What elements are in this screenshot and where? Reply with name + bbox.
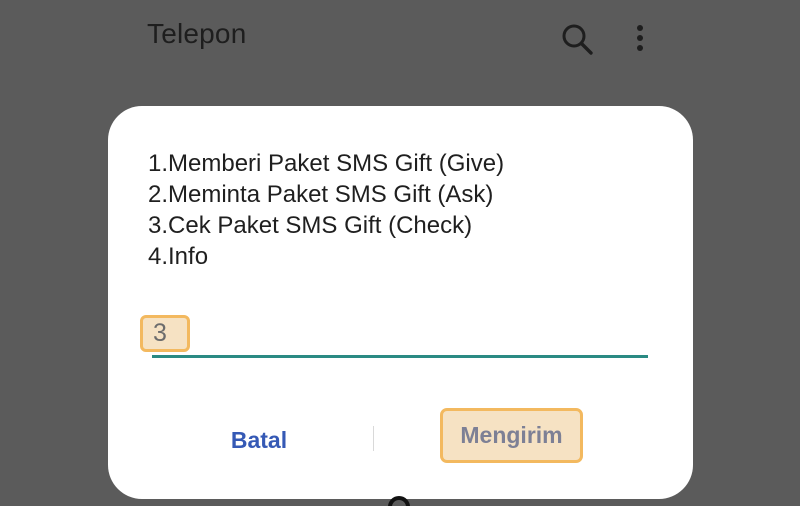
search-icon[interactable] — [560, 22, 594, 56]
more-vert-icon[interactable] — [628, 22, 652, 54]
ussd-dialog: 1.Memberi Paket SMS Gift (Give) 2.Memint… — [108, 106, 693, 499]
ussd-message: 1.Memberi Paket SMS Gift (Give) 2.Memint… — [148, 148, 504, 272]
cancel-button[interactable]: Batal — [218, 420, 300, 460]
send-button[interactable]: Mengirim — [440, 408, 583, 463]
button-divider — [373, 426, 374, 451]
menu-line: 2.Meminta Paket SMS Gift (Ask) — [148, 181, 494, 208]
input-underline — [152, 355, 648, 358]
menu-line: 4.Info — [148, 243, 209, 270]
app-title: Telepon — [147, 18, 247, 49]
reply-input-value: 3 — [140, 315, 190, 352]
menu-line: 3.Cek Paket SMS Gift (Check) — [148, 212, 473, 239]
menu-line: 1.Memberi Paket SMS Gift (Give) — [148, 150, 505, 177]
reply-input[interactable]: 3 — [140, 315, 648, 358]
phone-screen: Telepon 1.Memberi Paket SMS Gift (Give) … — [0, 0, 800, 506]
